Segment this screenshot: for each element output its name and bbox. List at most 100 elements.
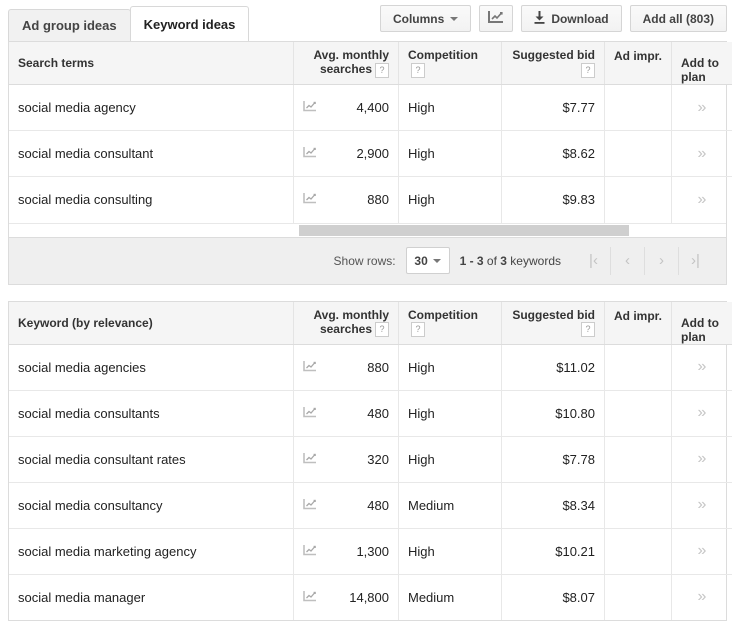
cell-avg-searches: 1,300 <box>293 528 399 575</box>
suggested-bid-help-icon[interactable]: ? <box>581 62 595 78</box>
column-header-avg-monthly-searches[interactable]: Avg. monthly searches? <box>293 301 399 345</box>
chart-view-button[interactable] <box>479 5 514 32</box>
cell-ad-impr <box>604 436 672 483</box>
columns-button[interactable]: Columns <box>379 5 472 32</box>
add-to-plan-chevron-icon[interactable]: » <box>698 145 707 162</box>
cell-keyword: social media manager <box>9 574 294 620</box>
add-to-plan-chevron-icon[interactable]: » <box>698 542 707 559</box>
cell-avg-searches-value: 4,400 <box>356 100 389 115</box>
download-button[interactable]: Download <box>521 5 622 32</box>
add-to-plan-chevron-icon[interactable]: » <box>698 588 707 605</box>
trend-chart-icon[interactable] <box>303 406 317 421</box>
column-header-keyword[interactable]: Keyword (by relevance) <box>9 301 294 345</box>
chevron-down-icon <box>432 258 441 263</box>
trend-chart-icon[interactable] <box>303 146 317 161</box>
cell-add-to-plan[interactable]: » <box>671 84 732 131</box>
trend-chart-icon[interactable] <box>303 452 317 467</box>
cell-add-to-plan[interactable]: » <box>672 177 733 223</box>
cell-competition: Medium <box>398 574 502 620</box>
add-to-plan-chevron-icon[interactable]: » <box>698 191 707 208</box>
cell-add-to-plan[interactable]: » <box>671 482 732 529</box>
tab-keyword-ideas-label: Keyword ideas <box>143 17 236 32</box>
cell-avg-searches-value: 1,300 <box>356 543 389 559</box>
cell-add-to-plan[interactable]: » <box>672 574 733 620</box>
table-row: social media consultant rates 320 High $… <box>9 436 732 483</box>
cell-suggested-bid: $11.02 <box>501 344 605 391</box>
column-header-avg-monthly-searches[interactable]: Avg. monthly searches? <box>293 42 399 85</box>
cell-avg-searches: 480 <box>293 390 399 437</box>
cell-avg-searches-value: 880 <box>367 359 389 375</box>
cell-avg-searches-value: 2,900 <box>356 146 389 161</box>
add-to-plan-chevron-icon[interactable]: » <box>698 496 707 513</box>
tab-keyword-ideas[interactable]: Keyword ideas <box>129 6 250 41</box>
cell-ad-impr <box>604 344 672 391</box>
first-page-button[interactable]: |‹ <box>577 247 610 275</box>
keyword-ideas-table-card: Keyword (by relevance) Avg. monthly sear… <box>8 300 732 621</box>
cell-add-to-plan[interactable]: » <box>671 436 732 483</box>
tab-ad-group-ideas[interactable]: Ad group ideas <box>8 9 131 41</box>
result-range: 1 - 3 of 3 keywords <box>460 254 561 268</box>
cell-add-to-plan[interactable]: » <box>671 390 732 437</box>
competition-help-icon[interactable]: ? <box>411 322 425 338</box>
table-row: social media consulting 880 High $9.83 » <box>9 176 733 223</box>
cell-avg-searches: 4,400 <box>293 84 399 131</box>
column-header-search-terms[interactable]: Search terms <box>9 42 294 85</box>
table-row: social media agency 4,400 High $7.77 » <box>9 84 732 131</box>
column-header-add-to-plan: Add to plan <box>671 42 732 85</box>
add-to-plan-chevron-icon[interactable]: » <box>698 450 707 467</box>
cell-add-to-plan[interactable]: » <box>671 528 732 575</box>
cell-ad-impr <box>604 390 672 437</box>
suggested-bid-help-icon[interactable]: ? <box>581 322 595 338</box>
table-row: social media consultants 480 High $10.80… <box>9 390 732 437</box>
cell-search-term: social media consultant <box>9 130 294 177</box>
keyword-ideas-table: Keyword (by relevance) Avg. monthly sear… <box>9 301 732 620</box>
avg-searches-help-icon[interactable]: ? <box>375 322 389 338</box>
cell-competition: High <box>398 176 502 223</box>
cell-add-to-plan[interactable]: » <box>671 130 732 177</box>
cell-ad-impr <box>604 574 672 620</box>
trend-chart-icon[interactable] <box>303 100 317 115</box>
avg-searches-label-line2: searches <box>319 321 372 336</box>
table-row: social media consultant 2,900 High $8.62… <box>9 130 732 177</box>
cell-keyword: social media consultant rates <box>9 436 294 483</box>
cell-suggested-bid: $8.34 <box>501 482 605 529</box>
cell-add-to-plan[interactable]: » <box>671 344 732 391</box>
add-all-button[interactable]: Add all (803) <box>629 5 727 32</box>
show-rows-label: Show rows: <box>333 253 396 268</box>
cell-suggested-bid: $8.62 <box>501 130 605 177</box>
column-header-competition[interactable]: Competition? <box>398 42 502 85</box>
cell-avg-searches: 2,900 <box>293 130 399 177</box>
last-page-button[interactable]: ›| <box>678 246 712 275</box>
cell-competition: High <box>398 84 502 131</box>
cell-ad-impr <box>604 482 672 529</box>
trend-chart-icon[interactable] <box>303 498 317 513</box>
competition-help-icon[interactable]: ? <box>411 62 425 78</box>
tab-strip: Ad group ideas Keyword ideas <box>8 6 250 41</box>
column-header-competition[interactable]: Competition? <box>398 301 502 345</box>
cell-avg-searches-value: 14,800 <box>349 589 389 605</box>
keyword-ideas-table-body: social media agencies 880 High $11.02 » … <box>9 344 732 620</box>
trend-chart-icon[interactable] <box>303 360 317 375</box>
chevron-down-icon <box>450 16 459 21</box>
column-header-ad-impr[interactable]: Ad impr. <box>604 42 672 85</box>
avg-searches-help-icon[interactable]: ? <box>375 62 389 78</box>
cell-avg-searches: 14,800 <box>293 574 399 620</box>
trend-chart-icon[interactable] <box>303 544 317 559</box>
result-range-total: 3 <box>500 253 507 268</box>
column-header-ad-impr[interactable]: Ad impr. <box>604 301 672 345</box>
column-header-suggested-bid[interactable]: Suggested bid ? <box>501 42 605 85</box>
add-to-plan-chevron-icon[interactable]: » <box>698 404 707 421</box>
column-header-suggested-bid[interactable]: Suggested bid ? <box>501 301 605 345</box>
add-to-plan-chevron-icon[interactable]: » <box>698 99 707 116</box>
next-page-button[interactable]: › <box>644 246 678 275</box>
horizontal-scrollbar[interactable] <box>9 222 726 237</box>
horizontal-scrollbar-thumb[interactable] <box>299 224 629 236</box>
search-terms-table-head: Search terms Avg. monthly searches? Comp… <box>9 42 732 85</box>
cell-avg-searches-value: 480 <box>367 405 389 421</box>
trend-chart-icon[interactable] <box>303 590 317 605</box>
cell-avg-searches: 320 <box>293 436 399 483</box>
previous-page-button[interactable]: ‹ <box>610 246 644 275</box>
add-to-plan-chevron-icon[interactable]: » <box>698 358 707 375</box>
trend-chart-icon[interactable] <box>303 192 317 207</box>
rows-per-page-select[interactable]: 30 <box>405 247 450 274</box>
